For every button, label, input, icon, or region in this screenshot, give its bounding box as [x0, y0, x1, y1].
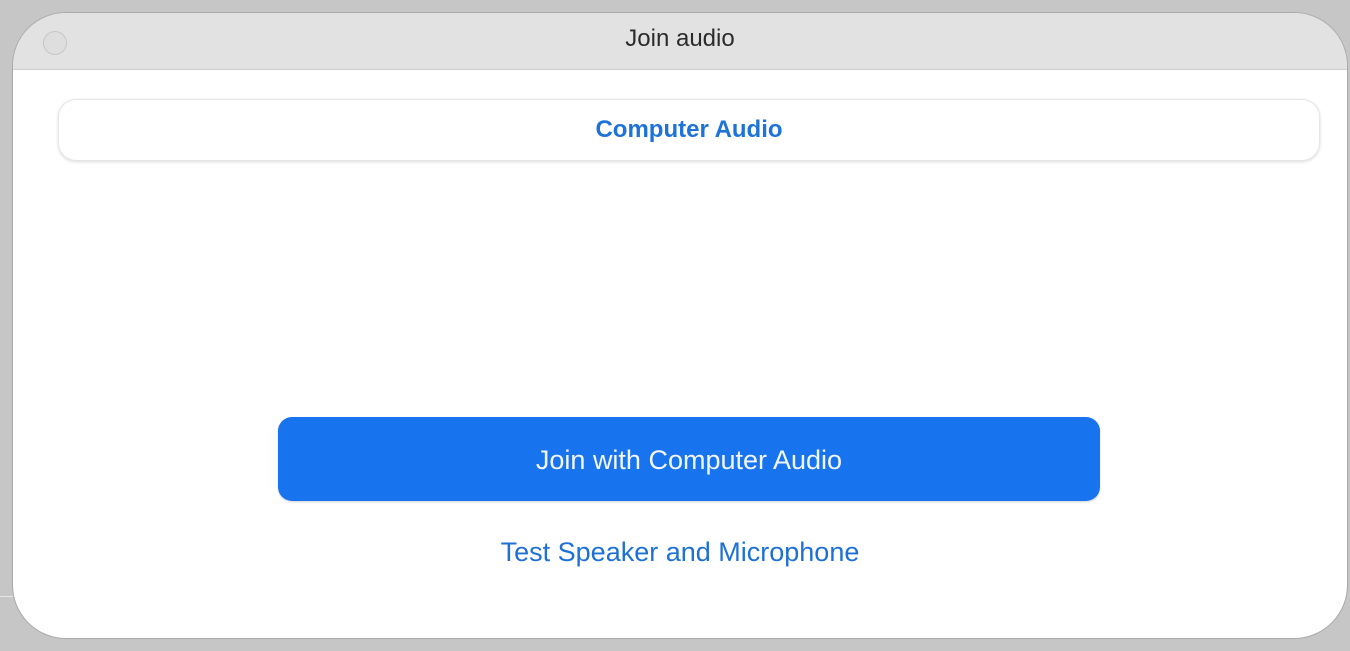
tab-computer-audio[interactable]: Computer Audio: [58, 99, 1320, 161]
join-with-computer-audio-button[interactable]: Join with Computer Audio: [278, 417, 1100, 501]
join-button-label: Join with Computer Audio: [535, 445, 843, 475]
title-bar[interactable]: Join audio: [13, 13, 1347, 70]
dialog-title: Join audio: [625, 25, 735, 52]
tab-computer-audio-label: Computer Audio: [595, 116, 783, 143]
join-audio-dialog: Join audio Computer Audio Join with Comp…: [12, 12, 1348, 639]
test-speaker-microphone-link[interactable]: Test Speaker and Microphone: [13, 537, 1347, 568]
